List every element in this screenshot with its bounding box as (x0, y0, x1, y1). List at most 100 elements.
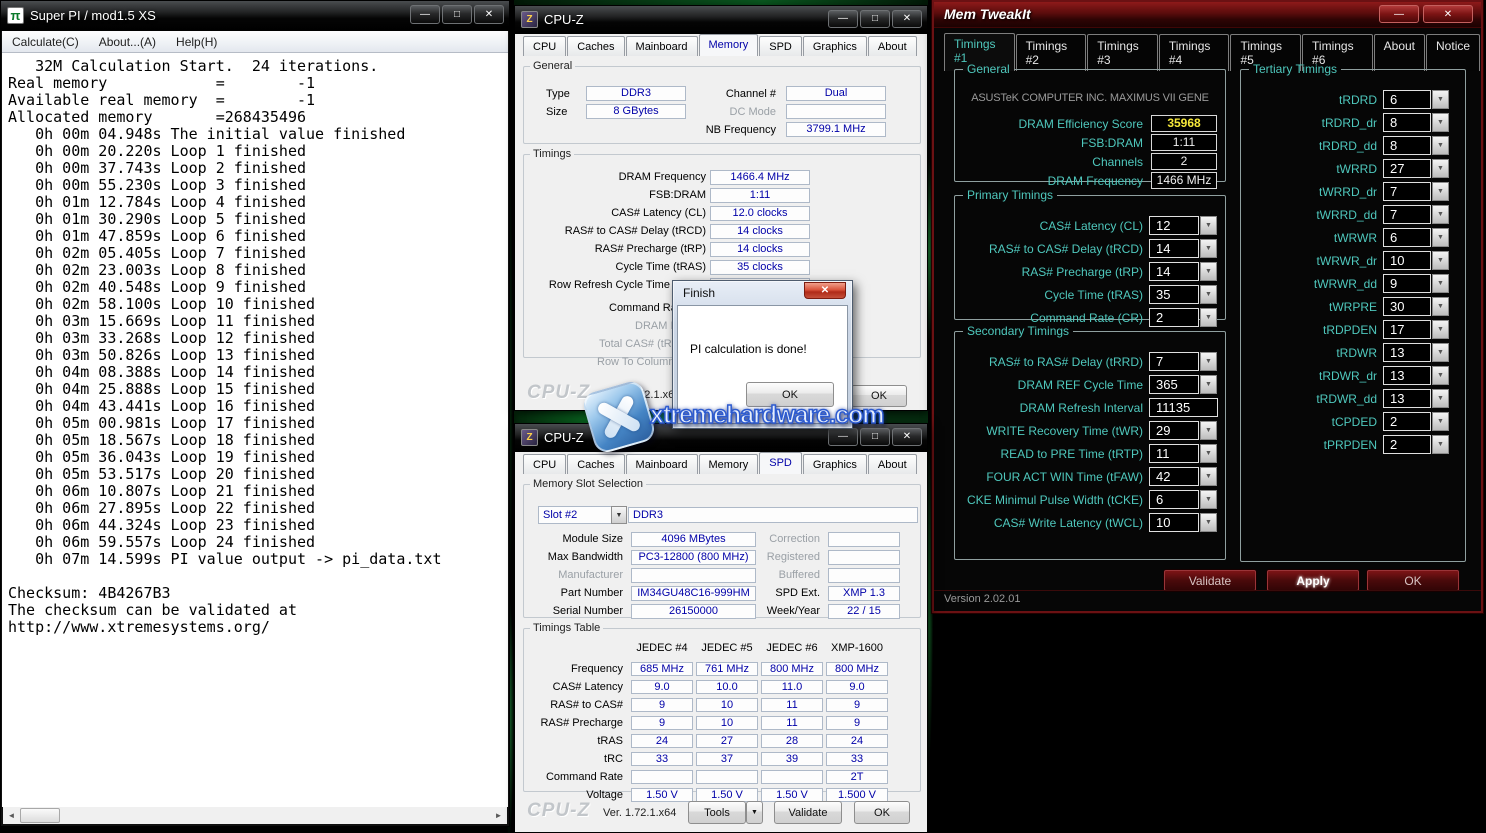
slot-select[interactable]: Slot #2 ▼ (538, 506, 627, 524)
timing-dropdown[interactable]: 7 ▼ (1383, 182, 1449, 201)
chevron-down-icon[interactable]: ▼ (1432, 113, 1449, 132)
ok-button[interactable]: OK (851, 385, 907, 407)
minimize-button[interactable]: — (410, 5, 440, 24)
chevron-down-icon[interactable]: ▼ (1200, 216, 1217, 235)
timing-dropdown[interactable]: 6 ▼ (1149, 490, 1217, 509)
tab[interactable]: CPU (523, 454, 566, 474)
chevron-down-icon[interactable]: ▼ (1432, 366, 1449, 385)
timing-dropdown[interactable]: 12 ▼ (1149, 216, 1217, 235)
chevron-down-icon[interactable]: ▼ (1432, 274, 1449, 293)
timing-dropdown[interactable]: 10 ▼ (1149, 513, 1217, 532)
tab[interactable]: Mainboard (626, 454, 698, 474)
timing-dropdown[interactable]: 35 ▼ (1149, 285, 1217, 304)
timing-dropdown[interactable]: 13 ▼ (1383, 343, 1449, 362)
maximize-button[interactable]: □ (860, 10, 890, 28)
chevron-down-icon[interactable]: ▼ (1200, 352, 1217, 371)
chevron-down-icon[interactable]: ▼ (1432, 136, 1449, 155)
chevron-down-icon[interactable]: ▼ (611, 506, 627, 524)
validate-button[interactable]: Validate (1164, 570, 1256, 591)
tools-button[interactable]: Tools (688, 801, 746, 824)
timing-dropdown[interactable]: 10 ▼ (1383, 251, 1449, 270)
menu-item[interactable]: Calculate(C) (2, 32, 89, 52)
timing-dropdown[interactable]: 9 ▼ (1383, 274, 1449, 293)
chevron-down-icon[interactable]: ▼ (1432, 90, 1449, 109)
maximize-button[interactable]: □ (860, 428, 890, 446)
chevron-down-icon[interactable]: ▼ (1432, 343, 1449, 362)
validate-button[interactable]: Validate (774, 801, 842, 824)
tab[interactable]: SPD (759, 452, 802, 474)
chevron-down-icon[interactable]: ▼ (1200, 444, 1217, 463)
tools-dropdown-arrow-icon[interactable]: ▼ (746, 801, 763, 824)
close-button[interactable]: ✕ (474, 5, 504, 24)
timing-dropdown[interactable]: 7 ▼ (1149, 352, 1217, 371)
tab[interactable]: Graphics (803, 36, 867, 56)
tab[interactable]: Caches (567, 36, 624, 56)
chevron-down-icon[interactable]: ▼ (1200, 421, 1217, 440)
tab[interactable]: CPU (523, 36, 566, 56)
chevron-down-icon[interactable]: ▼ (1432, 389, 1449, 408)
chevron-down-icon[interactable]: ▼ (1432, 251, 1449, 270)
timing-dropdown[interactable]: 6 ▼ (1383, 90, 1449, 109)
chevron-down-icon[interactable]: ▼ (1200, 262, 1217, 281)
timing-dropdown[interactable]: 7 ▼ (1383, 205, 1449, 224)
timing-dropdown[interactable]: 11135 ▼ (1149, 398, 1218, 417)
close-button[interactable]: ✕ (804, 282, 846, 299)
memtweakit-titlebar[interactable]: Mem TweakIt — ✕ (934, 2, 1481, 28)
timing-dropdown[interactable]: 27 ▼ (1383, 159, 1449, 178)
minimize-button[interactable]: — (828, 428, 858, 446)
tab[interactable]: SPD (759, 36, 802, 56)
chevron-down-icon[interactable]: ▼ (1432, 435, 1449, 454)
timing-dropdown[interactable]: 2 ▼ (1383, 412, 1449, 431)
ok-button[interactable]: OK (1367, 570, 1459, 591)
timing-dropdown[interactable]: 6 ▼ (1383, 228, 1449, 247)
timing-dropdown[interactable]: 2 ▼ (1383, 435, 1449, 454)
chevron-down-icon[interactable]: ▼ (1432, 297, 1449, 316)
minimize-button[interactable]: — (828, 10, 858, 28)
timing-dropdown[interactable]: 42 ▼ (1149, 467, 1217, 486)
timing-dropdown[interactable]: 13 ▼ (1383, 389, 1449, 408)
superpi-titlebar[interactable]: π Super PI / mod1.5 XS — □ ✕ (1, 1, 509, 31)
timing-dropdown[interactable]: 8 ▼ (1383, 136, 1449, 155)
scroll-right-arrow-icon[interactable]: ► (490, 807, 507, 824)
close-button[interactable]: ✕ (892, 428, 922, 446)
tab[interactable]: About (868, 454, 917, 474)
timing-dropdown[interactable]: 14 ▼ (1149, 262, 1217, 281)
scrollbar-thumb[interactable] (20, 808, 60, 823)
chevron-down-icon[interactable]: ▼ (1200, 285, 1217, 304)
chevron-down-icon[interactable]: ▼ (1432, 228, 1449, 247)
apply-button[interactable]: Apply (1267, 570, 1359, 591)
chevron-down-icon[interactable]: ▼ (1432, 320, 1449, 339)
timing-dropdown[interactable]: 365 ▼ (1149, 375, 1217, 394)
horizontal-scrollbar[interactable]: ◄ ► (3, 807, 507, 824)
tab[interactable]: Memory (699, 454, 759, 474)
close-button[interactable]: ✕ (892, 10, 922, 28)
tab[interactable]: Graphics (803, 454, 867, 474)
timing-dropdown[interactable]: 29 ▼ (1149, 421, 1217, 440)
scroll-left-arrow-icon[interactable]: ◄ (3, 807, 20, 824)
timing-dropdown[interactable]: 14 ▼ (1149, 239, 1217, 258)
chevron-down-icon[interactable]: ▼ (1432, 182, 1449, 201)
tab[interactable]: About (868, 36, 917, 56)
tab[interactable]: Caches (567, 454, 624, 474)
close-button[interactable]: ✕ (1423, 5, 1473, 23)
timing-dropdown[interactable]: 30 ▼ (1383, 297, 1449, 316)
menu-item[interactable]: Help(H) (166, 32, 227, 52)
chevron-down-icon[interactable]: ▼ (1200, 490, 1217, 509)
timing-dropdown[interactable]: 17 ▼ (1383, 320, 1449, 339)
chevron-down-icon[interactable]: ▼ (1432, 205, 1449, 224)
maximize-button[interactable]: □ (442, 5, 472, 24)
cpuz-titlebar[interactable]: Z CPU-Z — □ ✕ (515, 6, 927, 34)
chevron-down-icon[interactable]: ▼ (1200, 467, 1217, 486)
timing-dropdown[interactable]: 13 ▼ (1383, 366, 1449, 385)
timing-dropdown[interactable]: 8 ▼ (1383, 113, 1449, 132)
tab[interactable]: Memory (699, 34, 759, 56)
minimize-button[interactable]: — (1379, 5, 1419, 23)
menu-item[interactable]: About...(A) (89, 32, 166, 52)
chevron-down-icon[interactable]: ▼ (1432, 412, 1449, 431)
chevron-down-icon[interactable]: ▼ (1200, 513, 1217, 532)
ok-button[interactable]: OK (746, 382, 834, 407)
chevron-down-icon[interactable]: ▼ (1200, 239, 1217, 258)
chevron-down-icon[interactable]: ▼ (1432, 159, 1449, 178)
ok-button[interactable]: OK (854, 801, 910, 824)
tab[interactable]: Mainboard (626, 36, 698, 56)
